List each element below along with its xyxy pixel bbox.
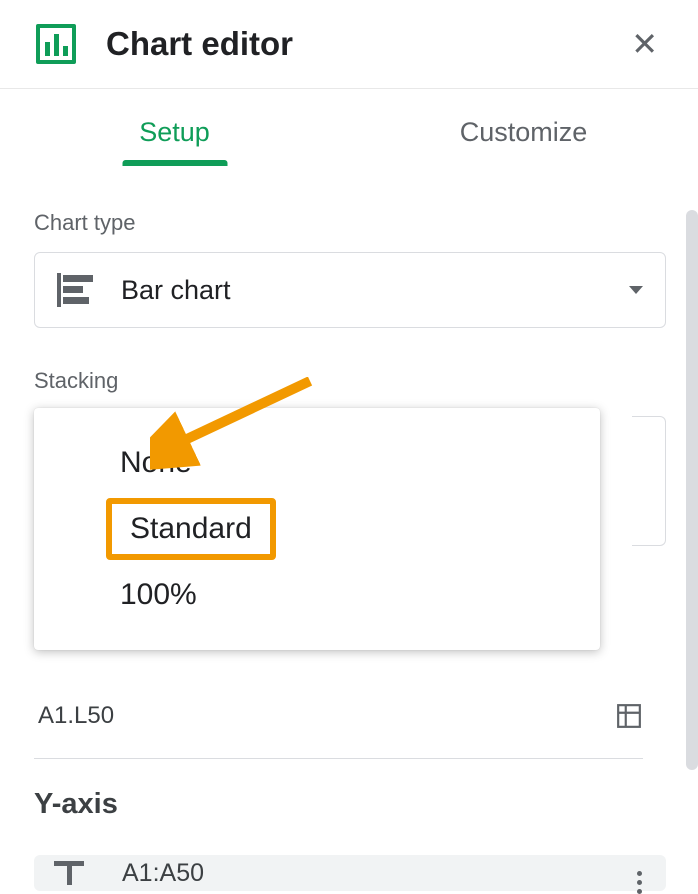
more-options-icon[interactable] bbox=[637, 871, 642, 894]
text-column-icon bbox=[54, 861, 84, 885]
data-range-row: A1.L50 bbox=[34, 702, 643, 759]
data-range-value: A1.L50 bbox=[38, 702, 114, 730]
stacking-option-standard[interactable]: Standard bbox=[106, 498, 276, 560]
editor-header: Chart editor ✕ bbox=[0, 0, 698, 89]
chart-type-selected: Bar chart bbox=[121, 275, 629, 306]
page-title: Chart editor bbox=[106, 25, 623, 63]
yaxis-range-value: A1:A50 bbox=[122, 859, 204, 888]
tab-customize[interactable]: Customize bbox=[349, 117, 698, 166]
stacking-dropdown-edge bbox=[632, 416, 666, 546]
close-icon[interactable]: ✕ bbox=[623, 24, 666, 64]
tab-setup[interactable]: Setup bbox=[0, 117, 349, 166]
stacking-popup: None Standard 100% bbox=[34, 408, 600, 650]
tabs: Setup Customize bbox=[0, 89, 698, 166]
select-range-icon[interactable] bbox=[615, 703, 643, 729]
bar-chart-icon bbox=[57, 273, 97, 307]
chart-type-label: Chart type bbox=[34, 210, 666, 236]
yaxis-title: Y-axis bbox=[34, 788, 666, 821]
yaxis-range-row[interactable]: A1:A50 bbox=[34, 855, 666, 891]
chart-type-dropdown[interactable]: Bar chart bbox=[34, 252, 666, 328]
stacking-option-hundred[interactable]: 100% bbox=[34, 560, 600, 630]
chart-editor-icon bbox=[36, 24, 76, 64]
stacking-label: Stacking bbox=[34, 368, 666, 394]
chevron-down-icon bbox=[629, 286, 643, 294]
stacking-option-none[interactable]: None bbox=[34, 428, 600, 498]
scrollbar[interactable] bbox=[686, 210, 698, 770]
yaxis-section: Y-axis A1:A50 bbox=[34, 788, 666, 891]
